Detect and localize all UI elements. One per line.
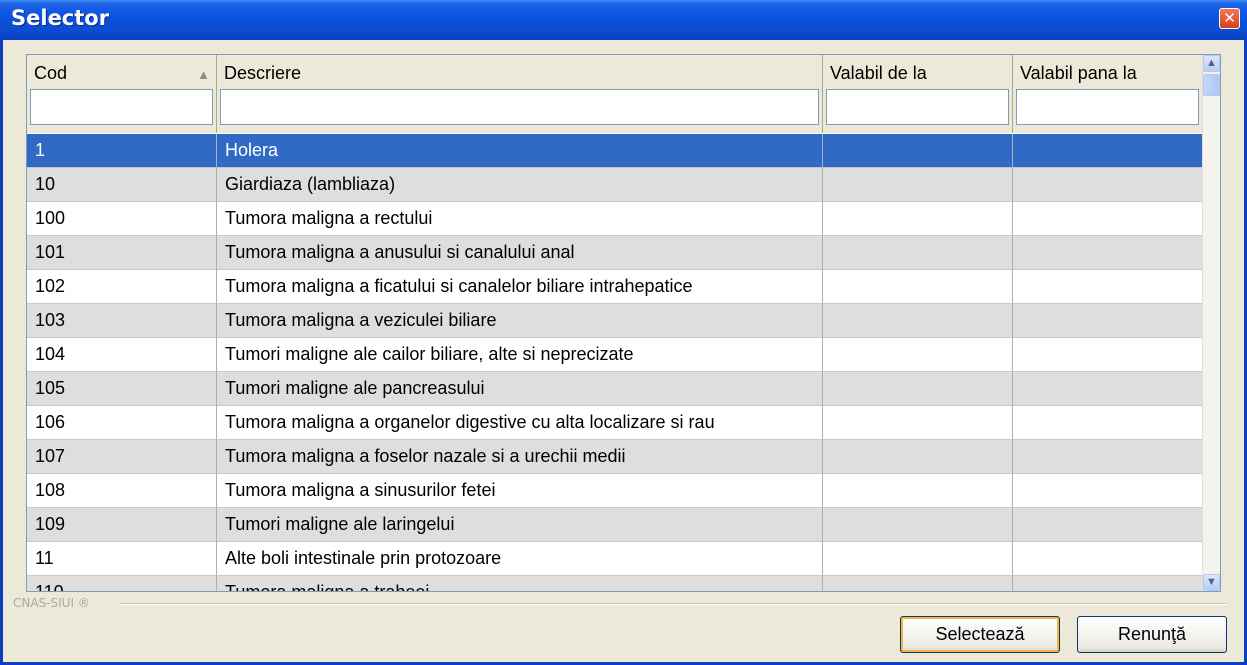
cell-descriere: Tumora maligna a organelor digestive cu …	[217, 406, 823, 440]
table-row[interactable]: 108 Tumora maligna a sinusurilor fetei	[27, 474, 1205, 508]
cell-valabil-pana-la	[1013, 440, 1205, 474]
scroll-thumb[interactable]	[1203, 74, 1220, 96]
cell-valabil-pana-la	[1013, 576, 1205, 591]
cell-valabil-de-la	[823, 338, 1013, 372]
column-header-cod[interactable]: Cod ▲	[27, 55, 217, 133]
cell-cod: 104	[27, 338, 217, 372]
cell-valabil-de-la	[823, 542, 1013, 576]
scroll-up-icon[interactable]: ▲	[1203, 55, 1220, 72]
cell-cod: 105	[27, 372, 217, 406]
cell-descriere: Tumora maligna a veziculei biliare	[217, 304, 823, 338]
cell-valabil-de-la	[823, 508, 1013, 542]
filter-input-cod[interactable]	[30, 89, 213, 125]
cell-valabil-pana-la	[1013, 270, 1205, 304]
table-row[interactable]: 10 Giardiaza (lambliaza)	[27, 168, 1205, 202]
filter-input-valabil-de-la[interactable]	[826, 89, 1009, 125]
cell-cod: 109	[27, 508, 217, 542]
column-header-descriere[interactable]: Descriere	[217, 55, 823, 133]
cell-valabil-pana-la	[1013, 338, 1205, 372]
cell-descriere: Tumora maligna a sinusurilor fetei	[217, 474, 823, 508]
cell-valabil-pana-la	[1013, 508, 1205, 542]
cell-valabil-de-la	[823, 576, 1013, 591]
scroll-down-icon[interactable]: ▼	[1203, 574, 1220, 591]
column-label-descriere: Descriere	[224, 63, 302, 83]
table-row[interactable]: 100 Tumora maligna a rectului	[27, 202, 1205, 236]
cell-valabil-pana-la	[1013, 202, 1205, 236]
cell-cod: 101	[27, 236, 217, 270]
cell-valabil-pana-la	[1013, 406, 1205, 440]
table-row[interactable]: 101 Tumora maligna a anusului si canalulu…	[27, 236, 1205, 270]
cell-valabil-de-la	[823, 372, 1013, 406]
cancel-button[interactable]: Renunţă	[1077, 616, 1227, 653]
cell-valabil-de-la	[823, 236, 1013, 270]
cell-valabil-pana-la	[1013, 372, 1205, 406]
cell-cod: 106	[27, 406, 217, 440]
grid-rows: 1 Holera 10 Giardiaza (lambliaza) 100 Tumora …	[27, 134, 1205, 591]
cell-valabil-de-la	[823, 134, 1013, 168]
cell-descriere: Holera	[217, 134, 823, 168]
table-row[interactable]: 102 Tumora maligna a ficatului si canalel…	[27, 270, 1205, 304]
cell-descriere: Tumora maligna a rectului	[217, 202, 823, 236]
vertical-scrollbar[interactable]: ▲ ▼	[1202, 55, 1220, 591]
cell-valabil-de-la	[823, 406, 1013, 440]
cell-cod: 102	[27, 270, 217, 304]
column-label-valabil-pana-la: Valabil pana la	[1020, 63, 1137, 83]
close-icon[interactable]: ✕	[1219, 8, 1240, 29]
sort-ascending-icon: ▲	[197, 67, 210, 82]
cell-valabil-pana-la	[1013, 168, 1205, 202]
column-header-valabil-de-la[interactable]: Valabil de la	[823, 55, 1013, 133]
column-header-valabil-pana-la[interactable]: Valabil pana la	[1013, 55, 1205, 133]
table-row[interactable]: 109 Tumori maligne ale laringelui	[27, 508, 1205, 542]
cell-valabil-pana-la	[1013, 134, 1205, 168]
cell-descriere: Tumora maligna a foselor nazale si a ure…	[217, 440, 823, 474]
table-row[interactable]: 107 Tumora maligna a foselor nazale si a …	[27, 440, 1205, 474]
window-title: Selector	[11, 6, 110, 30]
cell-valabil-de-la	[823, 270, 1013, 304]
cell-valabil-de-la	[823, 440, 1013, 474]
cell-cod: 100	[27, 202, 217, 236]
brand-label: CNAS-SIUI ®	[13, 596, 90, 610]
cell-descriere: Giardiaza (lambliaza)	[217, 168, 823, 202]
cell-valabil-pana-la	[1013, 236, 1205, 270]
footer-divider	[119, 603, 1227, 605]
cell-valabil-de-la	[823, 304, 1013, 338]
cell-descriere: Tumori maligne ale laringelui	[217, 508, 823, 542]
cell-descriere: Tumori maligne ale pancreasului	[217, 372, 823, 406]
column-label-valabil-de-la: Valabil de la	[830, 63, 927, 83]
cell-cod: 107	[27, 440, 217, 474]
cell-cod: 11	[27, 542, 217, 576]
cell-cod: 108	[27, 474, 217, 508]
selector-grid: Cod ▲ Descriere Valabil de la Valabil pa…	[26, 54, 1221, 592]
grid-header: Cod ▲ Descriere Valabil de la Valabil pa…	[27, 55, 1205, 133]
table-row[interactable]: 106 Tumora maligna a organelor digestive …	[27, 406, 1205, 440]
column-label-cod: Cod	[34, 63, 68, 83]
cell-descriere: Alte boli intestinale prin protozoare	[217, 542, 823, 576]
select-button[interactable]: Selectează	[900, 616, 1060, 653]
cell-valabil-pana-la	[1013, 542, 1205, 576]
cell-cod: 1	[27, 134, 217, 168]
selector-dialog: Selector ✕ Cod ▲ Descriere Valabil de la…	[0, 0, 1247, 665]
filter-input-descriere[interactable]	[220, 89, 819, 125]
table-row[interactable]: 104 Tumori maligne ale cailor biliare, al…	[27, 338, 1205, 372]
cell-descriere: Tumora maligna a ficatului si canalelor …	[217, 270, 823, 304]
cell-cod: 103	[27, 304, 217, 338]
cell-valabil-pana-la	[1013, 304, 1205, 338]
cell-cod: 10	[27, 168, 217, 202]
title-bar[interactable]: Selector ✕	[0, 0, 1247, 40]
table-row[interactable]: 110 Tumora maligna a traheei	[27, 576, 1205, 591]
cell-descriere: Tumora maligna a traheei	[217, 576, 823, 591]
cell-valabil-de-la	[823, 202, 1013, 236]
filter-input-valabil-pana-la[interactable]	[1016, 89, 1199, 125]
table-row[interactable]: 11 Alte boli intestinale prin protozoare	[27, 542, 1205, 576]
table-row[interactable]: 103 Tumora maligna a veziculei biliare	[27, 304, 1205, 338]
cell-cod: 110	[27, 576, 217, 591]
cell-valabil-pana-la	[1013, 474, 1205, 508]
cell-descriere: Tumori maligne ale cailor biliare, alte …	[217, 338, 823, 372]
table-row-selected[interactable]: 1 Holera	[27, 134, 1205, 168]
cell-descriere: Tumora maligna a anusului si canalului a…	[217, 236, 823, 270]
table-row[interactable]: 105 Tumori maligne ale pancreasului	[27, 372, 1205, 406]
cell-valabil-de-la	[823, 474, 1013, 508]
cell-valabil-de-la	[823, 168, 1013, 202]
